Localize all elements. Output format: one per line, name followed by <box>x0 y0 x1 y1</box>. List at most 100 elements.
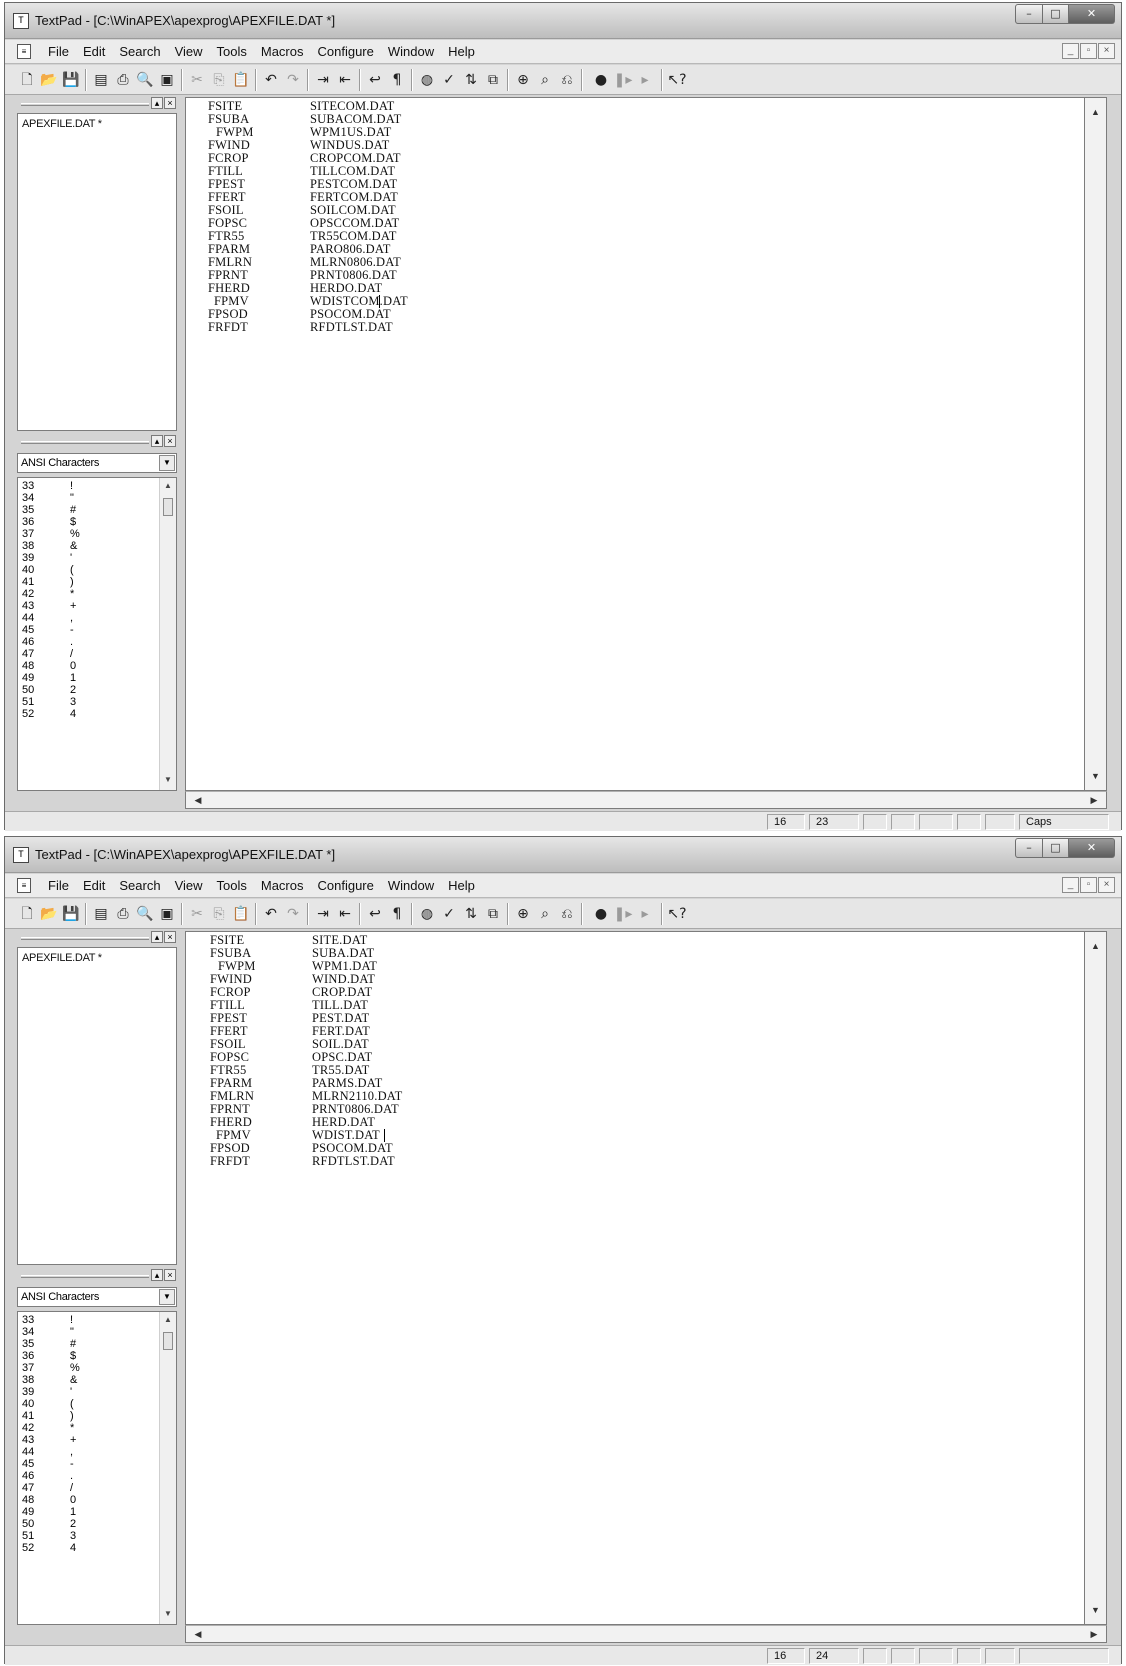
clip-library-select[interactable]: ANSI Characters ▼ <box>17 453 177 473</box>
show-symbols-icon[interactable]: ¶ <box>387 904 407 924</box>
menu-window[interactable]: Window <box>381 44 441 59</box>
sort-icon[interactable]: ⇅ <box>461 904 481 924</box>
undo-icon[interactable]: ↶ <box>261 70 281 90</box>
pane-dock-button[interactable]: ▴ <box>151 97 163 109</box>
scroll-down-icon[interactable]: ▼ <box>1088 1602 1103 1618</box>
play-macro-icon[interactable]: ▸ <box>635 904 655 924</box>
menu-window[interactable]: Window <box>381 878 441 893</box>
document-icon[interactable]: ≡ <box>17 878 31 893</box>
editor-text-area[interactable]: FSITE SITECOM.DAT FSUBA SUBACOM.DAT FWPM WP… <box>185 97 1085 791</box>
word-wrap-icon[interactable]: ↩ <box>365 904 385 924</box>
scroll-left-icon[interactable]: ◀ <box>190 793 206 807</box>
chevron-down-icon[interactable]: ▼ <box>159 455 175 471</box>
menu-configure[interactable]: Configure <box>311 44 381 59</box>
scroll-thumb[interactable] <box>163 498 173 516</box>
title-bar[interactable]: T TextPad - [C:\WinAPEX\apexprog\APEXFIL… <box>5 3 1121 39</box>
record-macro-icon[interactable]: ● <box>591 904 611 924</box>
play-macro-icon[interactable]: ▸ <box>635 70 655 90</box>
redo-icon[interactable]: ↷ <box>283 904 303 924</box>
cut-icon[interactable]: ✂ <box>187 70 207 90</box>
close-button[interactable]: ✕ <box>1069 838 1115 858</box>
textpad-app-icon[interactable]: T <box>13 847 29 863</box>
mdi-minimize-button[interactable]: _ <box>1062 877 1079 893</box>
menu-file[interactable]: File <box>41 44 76 59</box>
properties-icon[interactable]: ▣ <box>157 70 177 90</box>
document-icon[interactable]: ≡ <box>17 44 31 59</box>
mdi-minimize-button[interactable]: _ <box>1062 43 1079 59</box>
minimize-button[interactable]: – <box>1015 838 1043 858</box>
mdi-restore-button[interactable]: ▫ <box>1080 877 1097 893</box>
pane-close-button[interactable]: × <box>164 435 176 447</box>
ansi-list-scrollbar[interactable]: ▲ ▼ <box>159 1312 176 1624</box>
show-symbols-icon[interactable]: ¶ <box>387 70 407 90</box>
close-button[interactable]: ✕ <box>1069 4 1115 24</box>
copy-icon[interactable]: ⎘ <box>209 70 229 90</box>
menu-edit[interactable]: Edit <box>76 44 112 59</box>
outdent-icon[interactable]: ⇤ <box>335 904 355 924</box>
redo-icon[interactable]: ↷ <box>283 70 303 90</box>
print-preview-icon[interactable]: 🔍 <box>135 70 155 90</box>
ansi-list-scrollbar[interactable]: ▲ ▼ <box>159 478 176 790</box>
pane-dock-button[interactable]: ▴ <box>151 435 163 447</box>
menu-search[interactable]: Search <box>112 44 167 59</box>
menu-tools[interactable]: Tools <box>210 44 254 59</box>
save-icon[interactable]: 💾 <box>61 904 81 924</box>
find-in-files-icon[interactable]: ⌕ <box>535 70 555 90</box>
pane-dock-button[interactable]: ▴ <box>151 931 163 943</box>
scroll-down-icon[interactable]: ▼ <box>160 772 176 788</box>
print-icon[interactable]: ⎙ <box>113 904 133 924</box>
editor-vertical-scrollbar[interactable]: ▲ ▼ <box>1085 97 1107 791</box>
new-file-icon[interactable]: 🗋 <box>17 904 37 924</box>
outdent-icon[interactable]: ⇤ <box>335 70 355 90</box>
pane-dock-button[interactable]: ▴ <box>151 1269 163 1281</box>
indent-icon[interactable]: ⇥ <box>313 70 333 90</box>
scroll-up-icon[interactable]: ▲ <box>160 1312 176 1328</box>
editor-text-area[interactable]: FSITE SITE.DAT FSUBA SUBA.DAT FWPM WPM1.DAT… <box>185 931 1085 1625</box>
pane-close-button[interactable]: × <box>164 1269 176 1281</box>
menu-edit[interactable]: Edit <box>76 878 112 893</box>
scroll-down-icon[interactable]: ▼ <box>160 1606 176 1622</box>
properties-icon[interactable]: ▣ <box>157 904 177 924</box>
document-item[interactable]: APEXFILE.DAT * <box>22 952 102 964</box>
title-bar[interactable]: T TextPad - [C:\WinAPEX\apexprog\APEXFIL… <box>5 837 1121 873</box>
print-preview-icon[interactable]: 🔍 <box>135 904 155 924</box>
chevron-down-icon[interactable]: ▼ <box>159 1289 175 1305</box>
menu-file[interactable]: File <box>41 878 76 893</box>
textpad-app-icon[interactable]: T <box>13 13 29 29</box>
clip-library-select[interactable]: ANSI Characters ▼ <box>17 1287 177 1307</box>
scroll-up-icon[interactable]: ▲ <box>1088 104 1103 120</box>
menu-tools[interactable]: Tools <box>210 878 254 893</box>
compare-icon[interactable]: ⧉ <box>483 904 503 924</box>
compare-icon[interactable]: ⧉ <box>483 70 503 90</box>
menu-configure[interactable]: Configure <box>311 878 381 893</box>
paste-icon[interactable]: 📋 <box>231 904 251 924</box>
find-in-files-icon[interactable]: ⌕ <box>535 904 555 924</box>
mdi-close-button[interactable]: × <box>1098 43 1115 59</box>
mdi-close-button[interactable]: × <box>1098 877 1115 893</box>
scroll-up-icon[interactable]: ▲ <box>1088 938 1103 954</box>
cut-icon[interactable]: ✂ <box>187 904 207 924</box>
menu-help[interactable]: Help <box>441 878 482 893</box>
web-browser-icon[interactable]: ◍ <box>417 904 437 924</box>
maximize-button[interactable]: □ <box>1043 838 1069 858</box>
save-icon[interactable]: 💾 <box>61 70 81 90</box>
copy-icon[interactable]: ⎘ <box>209 904 229 924</box>
paste-icon[interactable]: 📋 <box>231 70 251 90</box>
menu-view[interactable]: View <box>168 44 210 59</box>
replace-icon[interactable]: ⎌ <box>557 904 577 924</box>
scroll-right-icon[interactable]: ▶ <box>1086 1627 1102 1641</box>
spell-check-icon[interactable]: ✓ <box>439 70 459 90</box>
editor-vertical-scrollbar[interactable]: ▲ ▼ <box>1085 931 1107 1625</box>
save-all-icon[interactable]: ▤ <box>91 904 111 924</box>
editor-horizontal-scrollbar[interactable]: ◀ ▶ <box>185 791 1107 809</box>
context-help-icon[interactable]: ↖? <box>667 904 687 924</box>
menu-macros[interactable]: Macros <box>254 878 311 893</box>
indent-icon[interactable]: ⇥ <box>313 904 333 924</box>
word-wrap-icon[interactable]: ↩ <box>365 70 385 90</box>
menu-macros[interactable]: Macros <box>254 44 311 59</box>
mdi-restore-button[interactable]: ▫ <box>1080 43 1097 59</box>
new-file-icon[interactable]: 🗋 <box>17 70 37 90</box>
pause-macro-icon[interactable]: ❚▸ <box>613 904 633 924</box>
scroll-right-icon[interactable]: ▶ <box>1086 793 1102 807</box>
pane-close-button[interactable]: × <box>164 97 176 109</box>
